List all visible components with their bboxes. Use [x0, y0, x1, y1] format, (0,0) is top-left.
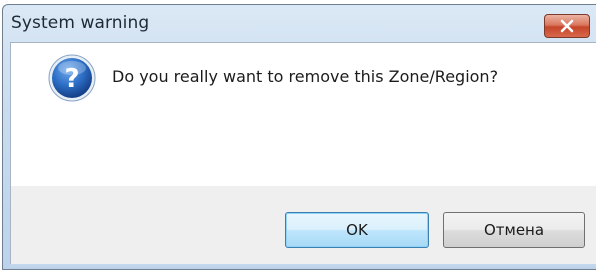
close-button[interactable] — [544, 14, 590, 38]
button-bar: OK Отмена — [10, 186, 596, 264]
svg-text:?: ? — [64, 64, 79, 94]
message-area — [10, 42, 596, 187]
window-bottom-frame — [10, 264, 596, 269]
title-bar[interactable]: System warning — [3, 5, 596, 43]
system-warning-dialog: System warning ? Do you really want to r… — [2, 4, 596, 270]
confirmation-message: Do you really want to remove this Zone/R… — [112, 67, 499, 86]
ok-button[interactable]: OK — [285, 212, 429, 248]
close-x-icon — [559, 19, 575, 33]
cancel-button[interactable]: Отмена — [443, 212, 585, 248]
window-title: System warning — [11, 13, 150, 33]
question-icon: ? — [47, 53, 97, 103]
